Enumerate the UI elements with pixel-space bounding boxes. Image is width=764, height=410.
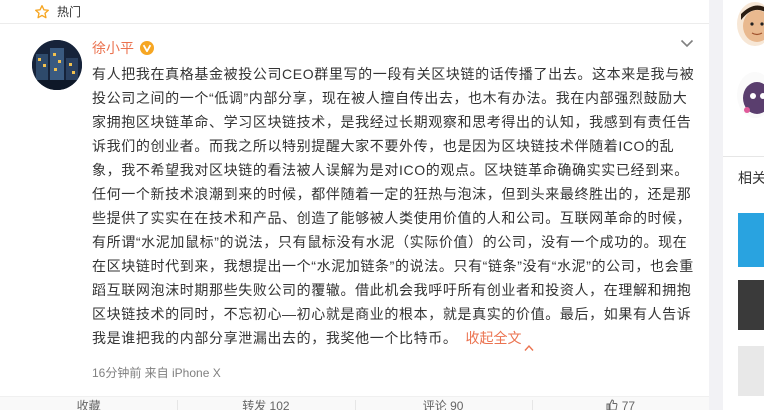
repost-label: 转发 102 [242,399,290,410]
collapse-full-text-link[interactable]: 收起全文 [465,330,534,352]
related-user-avatar[interactable] [737,72,764,118]
thumbs-up-icon [606,397,618,410]
like-button[interactable]: 77 [531,397,709,410]
author-avatar[interactable] [32,40,82,90]
favorite-button[interactable]: 收藏 [0,397,177,410]
action-bar: 收藏 转发 102 评论 90 77 [0,396,709,410]
right-sidebar: 相关 [723,0,764,410]
hot-header: 热门 [0,0,709,24]
weibo-post-card: 热门 徐小平 有人把我在真格基金被投公司CEO群里写的一段有关区块链的话传播了出… [0,0,709,410]
post-meta: 16分钟前 来自 iPhone X [92,366,221,380]
like-count: 77 [621,399,636,410]
collapse-label: 收起全文 [465,330,522,346]
post-body: 有人把我在真格基金被投公司CEO群里写的一段有关区块链的话传播了出去。这本来是我… [92,62,700,352]
related-thumbnail[interactable] [738,280,764,330]
related-thumbnail[interactable] [738,346,764,396]
related-thumbnail[interactable] [738,213,764,267]
verified-v-badge-icon [140,41,154,55]
chevron-up-icon [523,335,534,352]
favorite-label: 收藏 [76,399,101,410]
author-name[interactable]: 徐小平 [92,38,134,58]
sidebar-divider [723,156,764,157]
chevron-down-icon[interactable] [679,36,695,50]
repost-button[interactable]: 转发 102 [177,397,354,410]
post-text: 有人把我在真格基金被投公司CEO群里写的一段有关区块链的话传播了出去。这本来是我… [92,66,695,346]
hot-label: 热门 [57,5,82,19]
author-row: 徐小平 [92,38,154,58]
star-outline-icon [33,3,51,21]
user-avatar[interactable] [737,2,764,46]
comment-label: 评论 90 [422,399,464,410]
related-section-title: 相关 [738,170,764,186]
comment-button[interactable]: 评论 90 [354,397,532,410]
